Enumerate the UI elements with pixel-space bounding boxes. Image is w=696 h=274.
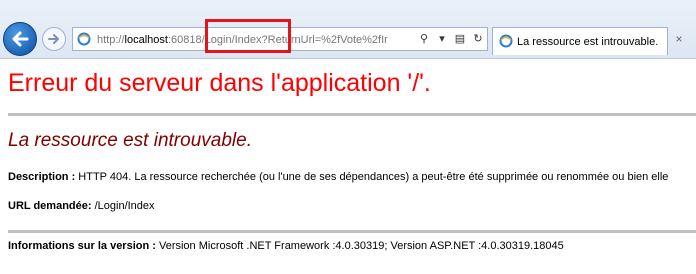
dropdown-icon[interactable]: ▾ — [435, 32, 449, 46]
error-subtitle: La ressource est introuvable. — [8, 130, 252, 151]
description-text: HTTP 404. La ressource recherchée (ou l'… — [75, 171, 669, 183]
version-info-label: Informations sur la version : — [8, 240, 156, 252]
divider — [8, 113, 696, 116]
requested-url-label: URL demandée: — [8, 200, 92, 212]
search-icon[interactable]: ⚲ — [417, 32, 431, 46]
requested-url-line: URL demandée: /Login/Index — [8, 199, 155, 213]
browser-tab[interactable]: La ressource est introuvable. — [492, 27, 668, 55]
description-label: Description : — [8, 171, 76, 183]
description-line: Description : HTTP 404. La ressource rec… — [8, 170, 668, 184]
url-host: localhost — [124, 34, 168, 46]
version-info-text: Version Microsoft .NET Framework :4.0.30… — [155, 240, 564, 252]
compatibility-view-icon[interactable]: ▤ — [453, 32, 467, 46]
browser-chrome: http://localhost:60818/Login/Index?Retur… — [0, 0, 696, 59]
forward-arrow-icon — [48, 34, 59, 44]
divider — [8, 230, 696, 233]
forward-button[interactable] — [42, 27, 66, 51]
requested-url-value: /Login/Index — [91, 200, 155, 212]
tab-close-icon[interactable]: × — [672, 32, 686, 46]
version-info-line: Informations sur la version : Version Mi… — [8, 239, 564, 253]
back-arrow-icon — [12, 31, 29, 47]
refresh-icon[interactable]: ↻ — [471, 32, 485, 46]
error-title: Erreur du serveur dans l'application '/'… — [8, 69, 431, 97]
ie-page-icon — [77, 32, 91, 46]
back-button[interactable] — [3, 22, 37, 56]
ie-tab-icon — [499, 34, 513, 48]
page-content: Erreur du serveur dans l'application '/'… — [8, 58, 696, 274]
address-bar-tools: ⚲ ▾ ▤ ↻ — [417, 31, 485, 47]
url-highlight-annotation — [205, 19, 291, 53]
url-prefix: http:// — [97, 34, 125, 46]
tab-title: La ressource est introuvable. — [517, 36, 659, 48]
